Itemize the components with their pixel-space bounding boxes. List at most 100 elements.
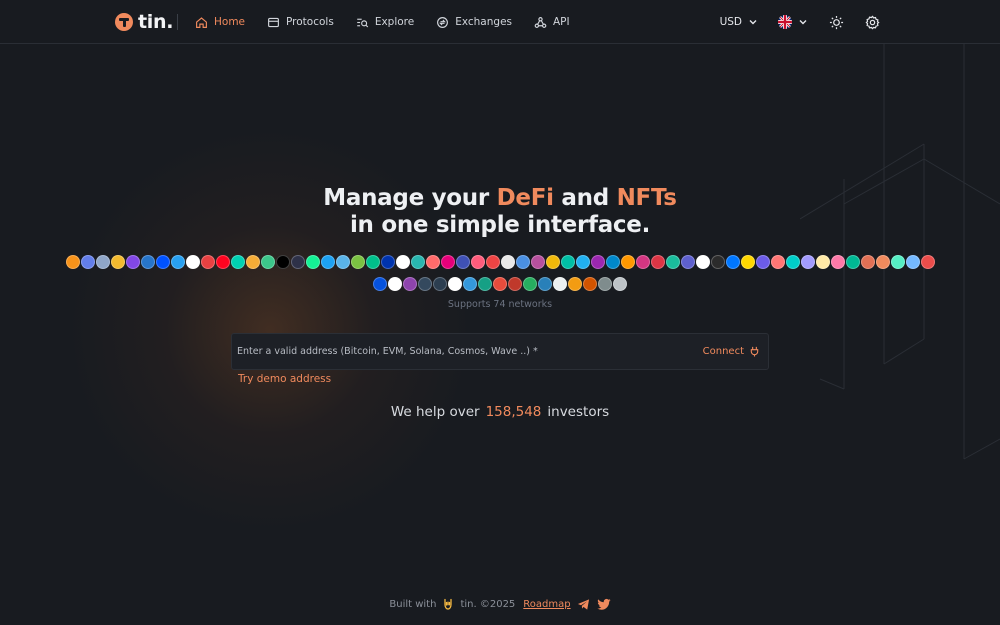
network-icon [875, 255, 890, 269]
nav-label-exchanges: Exchanges [455, 16, 512, 28]
theme-toggle[interactable] [828, 14, 844, 30]
network-icon [365, 255, 380, 269]
network-icon [905, 255, 920, 269]
network-icon [755, 255, 770, 269]
sun-icon [829, 15, 843, 29]
network-icon [425, 255, 440, 269]
main-nav: Home Protocols Explore Exchanges API [195, 0, 570, 44]
network-icons-row [0, 255, 1000, 269]
network-icon [725, 255, 740, 269]
nav-item-protocols[interactable]: Protocols [267, 16, 334, 29]
rock-hand-icon [444, 598, 453, 610]
network-icon [155, 255, 170, 269]
network-icon [635, 255, 650, 269]
network-icon [530, 255, 545, 269]
network-icon [305, 255, 320, 269]
hero-title: Manage your DeFi and NFTs in one simple … [0, 185, 1000, 239]
network-icon [590, 255, 605, 269]
language-selector[interactable] [778, 15, 808, 29]
nav-item-explore[interactable]: Explore [356, 16, 414, 29]
network-icon [170, 255, 185, 269]
network-icon [230, 255, 245, 269]
network-icon [470, 255, 485, 269]
explore-icon [357, 18, 368, 27]
footer-built-pre: Built with [389, 598, 437, 610]
currency-value: USD [719, 16, 742, 28]
roadmap-link[interactable]: Roadmap [523, 599, 570, 610]
chevron-down-icon [749, 20, 757, 25]
hero-subline: in one simple interface. [349, 212, 651, 238]
telegram-link[interactable] [577, 597, 591, 611]
network-icon [845, 255, 860, 269]
settings-button[interactable] [864, 14, 880, 30]
network-icon [545, 255, 560, 269]
exchanges-icon [437, 16, 449, 28]
network-icon [508, 277, 522, 291]
nav-label-explore: Explore [374, 16, 415, 28]
address-form: Connect [231, 333, 769, 370]
brand-logo[interactable]: tin. [115, 11, 173, 33]
api-icon [534, 16, 547, 28]
network-icon [215, 255, 230, 269]
network-icon [815, 255, 830, 269]
network-icon [260, 255, 275, 269]
nav-label-protocols: Protocols [286, 16, 334, 28]
network-icon [860, 255, 875, 269]
network-icon [500, 255, 515, 269]
twitter-link[interactable] [596, 597, 611, 611]
investors-post: investors [547, 404, 610, 420]
connect-button[interactable]: Connect [703, 346, 760, 357]
tin-logo-icon [115, 13, 133, 31]
network-icon [388, 277, 402, 291]
network-icon [598, 277, 612, 291]
address-input[interactable] [237, 346, 703, 357]
currency-selector[interactable]: USD [720, 16, 758, 28]
background-glow [60, 120, 480, 540]
telegram-icon [578, 598, 590, 610]
investors-count: 158,548 [485, 404, 542, 420]
gear-icon [865, 14, 880, 29]
footer: Built with tin. ©2025 Roadmap [0, 597, 1000, 611]
network-icon [433, 277, 447, 291]
network-icon [523, 277, 537, 291]
try-demo-link[interactable]: Try demo address [238, 373, 331, 385]
network-icon [478, 277, 492, 291]
network-icon [455, 255, 470, 269]
hero-accent-defi: DeFi [496, 185, 554, 211]
network-icon [440, 255, 455, 269]
network-icon [200, 255, 215, 269]
network-icon [695, 255, 710, 269]
supported-networks-text: Supports 74 networks [447, 299, 553, 310]
twitter-icon [596, 598, 611, 610]
network-icon [568, 277, 582, 291]
protocols-icon [268, 17, 279, 27]
network-icon [335, 255, 350, 269]
home-icon [196, 16, 207, 28]
nav-item-exchanges[interactable]: Exchanges [436, 16, 512, 29]
network-icon [290, 255, 305, 269]
network-icon [575, 255, 590, 269]
uk-flag-icon [778, 15, 792, 29]
header-tools: USD [720, 0, 880, 44]
network-icon [275, 255, 290, 269]
nav-item-home[interactable]: Home [195, 16, 245, 29]
network-icon [785, 255, 800, 269]
network-icon [890, 255, 905, 269]
nav-item-api[interactable]: API [534, 16, 570, 29]
nav-label-api: API [553, 16, 570, 28]
network-icon [680, 255, 695, 269]
hero-text: and [561, 185, 609, 211]
network-icon [710, 255, 725, 269]
network-icon [493, 277, 507, 291]
network-icon [538, 277, 552, 291]
network-icons-row [0, 277, 1000, 291]
network-icon [800, 255, 815, 269]
footer-built-post: tin. ©2025 [460, 598, 516, 610]
network-icon [110, 255, 125, 269]
network-icon [418, 277, 432, 291]
network-icon [830, 255, 845, 269]
header-divider [177, 14, 178, 30]
plug-icon [750, 346, 759, 357]
network-icon [448, 277, 462, 291]
network-icon [80, 255, 95, 269]
